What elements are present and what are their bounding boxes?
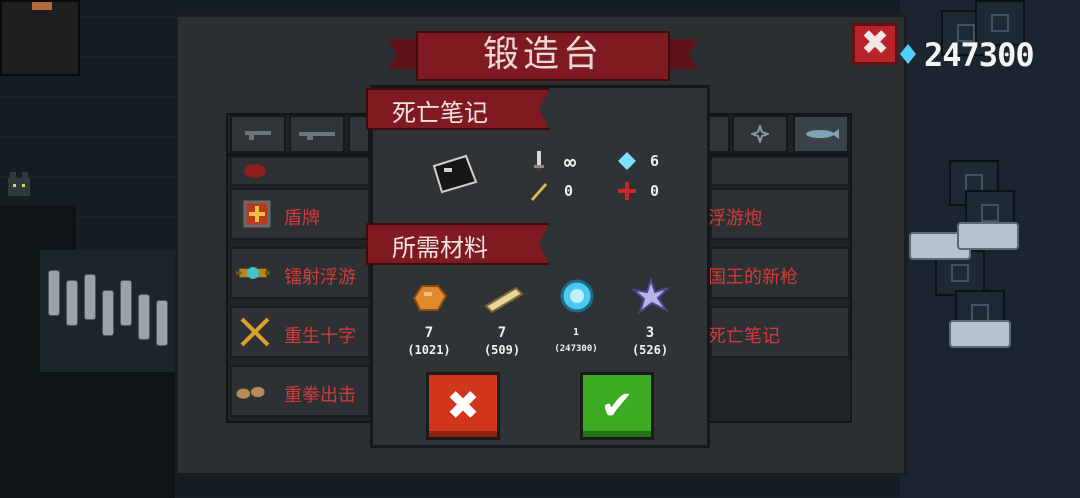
close-icon: ✖ xyxy=(446,383,480,429)
item-title: 死亡笔记 xyxy=(392,99,488,127)
fist-icon xyxy=(234,375,268,409)
gem-icon xyxy=(900,44,916,64)
list-item-laser-drone[interactable]: 镭射浮游 xyxy=(230,247,370,299)
material-count: 7 xyxy=(497,325,507,341)
list-item-label: 镭射浮游 xyxy=(284,267,356,288)
drone-icon xyxy=(236,256,270,290)
material-stock: (1021) xyxy=(407,343,451,357)
tab-pistol[interactable] xyxy=(230,115,286,153)
death-note-icon xyxy=(432,154,478,194)
material-count: 7 xyxy=(424,325,434,341)
sword-icon xyxy=(534,151,544,171)
star-crystal-icon xyxy=(630,278,669,314)
list-item[interactable] xyxy=(230,156,370,186)
list-item-kings-new-gun[interactable]: 国王的新枪 xyxy=(708,247,850,299)
gem-coin-icon xyxy=(560,279,594,313)
list-item-heavy-punch[interactable]: 重拳出击 xyxy=(230,365,370,417)
gem-count: 247300 xyxy=(924,36,1035,74)
material-stock: (509) xyxy=(483,343,521,357)
tab-rifle[interactable] xyxy=(289,115,345,153)
materials-title: 所需材料 xyxy=(392,234,488,262)
rifle-icon xyxy=(299,132,335,140)
crit-icon xyxy=(531,183,547,201)
right-storage xyxy=(905,0,1080,498)
fish-gun-icon xyxy=(806,129,839,139)
wood-plank-icon xyxy=(484,286,524,314)
shield-icon xyxy=(240,197,274,231)
list-item-label: 浮游炮 xyxy=(708,208,762,229)
shuriken-icon xyxy=(751,125,769,143)
forge-title: 锻造台 xyxy=(482,34,603,75)
check-icon: ✔ xyxy=(600,383,634,429)
material-stock: (247300) xyxy=(554,344,598,354)
list-item-floating-cannon[interactable]: 浮游炮 xyxy=(708,188,850,240)
crit-value: 0 xyxy=(564,182,574,200)
list-item-label: 盾牌 xyxy=(284,208,320,229)
forge-dialog xyxy=(370,85,710,448)
list-item-label: 重生十字 xyxy=(284,326,356,347)
list-item-label: 死亡笔记 xyxy=(708,326,780,347)
accuracy-value: 0 xyxy=(650,182,660,200)
bottle-rack xyxy=(40,250,175,380)
list-item-label: 国王的新枪 xyxy=(708,267,798,288)
pistol-icon xyxy=(245,131,271,140)
ore-icon xyxy=(412,285,448,311)
tab-hidden-2[interactable] xyxy=(708,115,730,153)
close-button[interactable]: ✖ xyxy=(852,23,898,65)
material-count: 3 xyxy=(645,325,655,341)
notice-board xyxy=(0,0,80,76)
cancel-button[interactable]: ✖ xyxy=(426,372,500,440)
list-item[interactable] xyxy=(710,156,850,186)
cat-npc[interactable] xyxy=(4,170,34,200)
energy-value: 6 xyxy=(650,152,660,170)
material-count: 1 xyxy=(572,327,580,338)
list-item-shield[interactable]: 盾牌 xyxy=(230,188,370,240)
energy-crystal-icon xyxy=(618,152,636,170)
list-item-death-note[interactable]: 死亡笔记 xyxy=(708,306,850,358)
list-item-label: 重拳出击 xyxy=(284,385,356,406)
material-stock: (526) xyxy=(631,343,669,357)
shield-icon xyxy=(238,154,272,188)
tab-fish[interactable] xyxy=(793,115,849,153)
list-item-rebirth-cross[interactable]: 重生十字 xyxy=(230,306,370,358)
left-floor-shadow xyxy=(0,372,175,498)
crosshair-icon xyxy=(618,182,636,200)
tab-shuriken[interactable] xyxy=(732,115,788,153)
damage-value: ∞ xyxy=(564,150,577,174)
crossbow-icon xyxy=(238,315,272,349)
confirm-button[interactable]: ✔ xyxy=(580,372,654,440)
